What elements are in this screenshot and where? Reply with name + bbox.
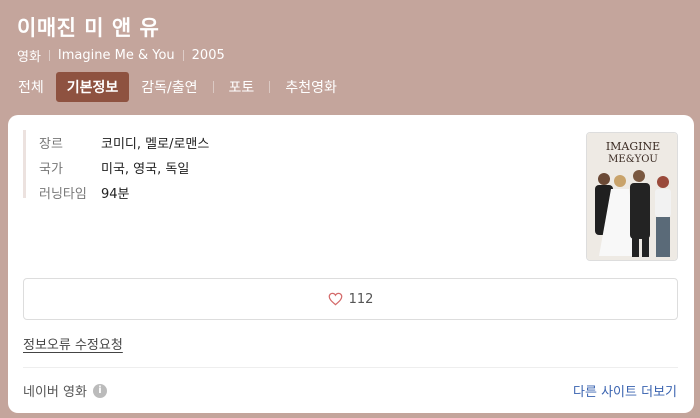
tab-divider [212, 81, 214, 93]
movie-header: 이매진 미 앤 유 영화 Imagine Me & You 2005 전체 기본… [0, 0, 700, 112]
genre-label: 장르 [39, 137, 63, 152]
movie-title: 이매진 미 앤 유 [17, 16, 160, 40]
tab-recommended[interactable]: 추천영화 [277, 72, 345, 102]
movie-type: 영화 [17, 50, 41, 65]
tab-all[interactable]: 전체 [10, 72, 52, 102]
meta-divider [182, 50, 184, 61]
tab-cast[interactable]: 감독/출연 [133, 72, 205, 102]
genre-value: 코미디, 멜로/로맨스 [101, 137, 210, 152]
runtime-value: 94분 [101, 187, 130, 202]
more-sites-link[interactable]: 다른 사이트 더보기 [573, 381, 677, 400]
info-icon[interactable]: i [92, 383, 107, 398]
like-count: 112 [348, 291, 374, 307]
tab-bar: 전체 기본정보 감독/출연 포토 추천영화 [10, 72, 345, 102]
meta-divider [48, 50, 50, 61]
tab-basic-info[interactable]: 기본정보 [55, 72, 130, 102]
heart-outline-icon [328, 292, 342, 306]
poster-title-line2: ME&YOU [608, 154, 658, 165]
tab-divider [269, 81, 271, 93]
info-row-genre: 장르 코미디, 멜로/로맨스 [39, 130, 209, 155]
like-button[interactable]: 112 [23, 278, 678, 320]
poster-title-line1: IMAGINE [606, 140, 660, 153]
info-row-runtime: 러닝타임 94분 [39, 180, 209, 205]
basic-info-list: 장르 코미디, 멜로/로맨스 국가 미국, 영국, 독일 러닝타임 94분 [23, 130, 209, 202]
country-label: 국가 [39, 162, 63, 177]
report-error-link[interactable]: 정보오류 수정요청 [23, 334, 123, 353]
movie-poster[interactable]: IMAGINE ME&YOU [586, 132, 678, 261]
runtime-label: 러닝타임 [39, 187, 87, 202]
original-title: Imagine Me & You [57, 48, 175, 63]
info-card: 장르 코미디, 멜로/로맨스 국가 미국, 영국, 독일 러닝타임 94분 IM… [8, 115, 694, 413]
tab-photo[interactable]: 포토 [221, 72, 263, 102]
poster-image: IMAGINE ME&YOU [587, 133, 677, 260]
divider [23, 367, 678, 368]
country-value: 미국, 영국, 독일 [101, 162, 190, 177]
info-row-country: 국가 미국, 영국, 독일 [39, 155, 209, 180]
movie-year: 2005 [191, 48, 225, 63]
source-label-group: 네이버 영화 i [23, 381, 107, 400]
movie-meta: 영화 Imagine Me & You 2005 [17, 46, 225, 65]
source-label: 네이버 영화 [23, 385, 87, 400]
